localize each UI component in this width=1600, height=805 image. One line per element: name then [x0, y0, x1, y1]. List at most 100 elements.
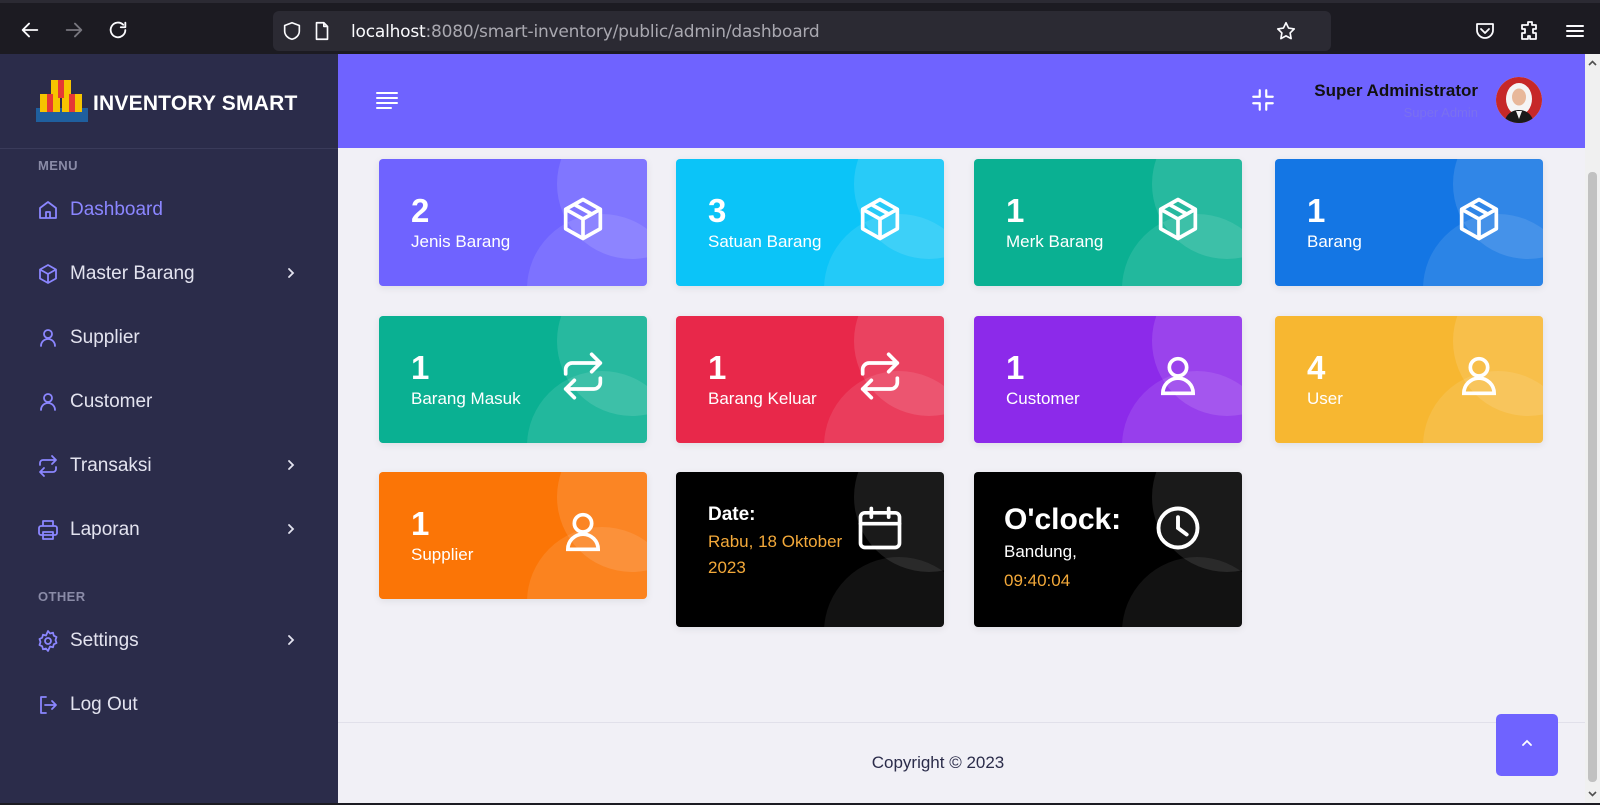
card-label: User: [1307, 389, 1343, 408]
date-value: Rabu, 18 Oktober 2023: [708, 532, 843, 577]
pocket-icon[interactable]: [1473, 19, 1497, 43]
sidebar-item-label: Master Barang: [70, 263, 195, 284]
sidebar-item-label: Settings: [70, 630, 139, 651]
card-count: 1: [411, 349, 430, 386]
browser-toolbar: localhost:8080/smart-inventory/public/ad…: [0, 0, 1600, 54]
footer: Copyright © 2023: [338, 722, 1585, 803]
card-satuan-barang[interactable]: 3 Satuan Barang: [676, 159, 944, 286]
menu-heading: MENU: [38, 158, 78, 173]
sidebar-item-supplier[interactable]: Supplier: [0, 313, 338, 363]
main-content: Super Administrator Super Admin 2 Jenis …: [338, 54, 1585, 803]
card-label: Supplier: [411, 545, 474, 564]
card-label: Barang Masuk: [411, 389, 521, 408]
card-count: 1: [1006, 192, 1025, 229]
chevron-up-icon: [1519, 736, 1535, 754]
sidebar-item-label: Laporan: [70, 519, 140, 540]
shield-icon[interactable]: [281, 20, 303, 42]
address-bar[interactable]: localhost:8080/smart-inventory/public/ad…: [273, 11, 1331, 51]
sidebar-item-master-barang[interactable]: Master Barang: [0, 249, 338, 299]
clock-icon: [1152, 502, 1204, 554]
sidebar-item-customer[interactable]: Customer: [0, 377, 338, 427]
scroll-thumb[interactable]: [1588, 172, 1597, 782]
date-heading: Date:: [708, 504, 756, 525]
gear-icon: [36, 629, 60, 653]
user-icon: [36, 326, 60, 350]
card-count: 1: [1307, 192, 1326, 229]
brand-name: INVENTORY SMART: [93, 92, 298, 115]
card-label: Merk Barang: [1006, 232, 1104, 251]
card-count: 1: [1006, 349, 1025, 386]
sidebar-item-dashboard[interactable]: Dashboard: [0, 185, 338, 235]
clock-heading: O'clock:: [1004, 503, 1122, 536]
user-role: Super Admin: [1403, 105, 1478, 120]
card-count: 1: [411, 505, 430, 542]
reload-icon[interactable]: [105, 17, 131, 43]
sidebar: INVENTORY SMART MENU Dashboard Master Ba…: [0, 54, 338, 803]
url-host: localhost: [351, 22, 426, 42]
sidebar-item-label: Supplier: [70, 327, 140, 348]
scroll-up-icon[interactable]: [1586, 57, 1599, 70]
card-barang-keluar[interactable]: 1 Barang Keluar: [676, 316, 944, 443]
box-icon: [854, 193, 906, 245]
avatar[interactable]: [1496, 77, 1542, 123]
sidebar-item-settings[interactable]: Settings: [0, 616, 338, 666]
card-count: 3: [708, 192, 727, 229]
url-path: :8080/smart-inventory/public/admin/dashb…: [425, 22, 820, 42]
clock-time: 09:40:04: [1004, 571, 1071, 590]
user-name: Super Administrator: [1314, 81, 1478, 100]
box-icon: [557, 193, 609, 245]
bookmark-star-icon[interactable]: [1275, 20, 1297, 42]
card-clock: O'clock: Bandung, 09:40:04: [974, 472, 1242, 627]
sidebar-item-laporan[interactable]: Laporan: [0, 505, 338, 555]
card-customer[interactable]: 1 Customer: [974, 316, 1242, 443]
user-icon: [1453, 350, 1505, 402]
card-count: 2: [411, 192, 430, 229]
card-barang[interactable]: 1 Barang: [1275, 159, 1543, 286]
scroll-down-icon[interactable]: [1586, 787, 1599, 800]
card-label: Satuan Barang: [708, 232, 822, 251]
back-icon[interactable]: [17, 17, 43, 43]
url-text[interactable]: localhost:8080/smart-inventory/public/ad…: [351, 22, 820, 42]
card-label: Jenis Barang: [411, 232, 511, 251]
user-icon: [1152, 350, 1204, 402]
repeat-icon: [854, 350, 906, 402]
forward-icon[interactable]: [61, 17, 87, 43]
card-supplier[interactable]: 1 Supplier: [379, 472, 647, 599]
page-icon[interactable]: [311, 20, 333, 42]
chevron-right-icon: [286, 266, 296, 280]
sidebar-item-label: Transaksi: [70, 455, 152, 476]
logout-icon: [36, 693, 60, 717]
menu-icon[interactable]: [1563, 19, 1587, 43]
extensions-icon[interactable]: [1518, 19, 1542, 43]
card-count: 4: [1307, 349, 1326, 386]
sidebar-item-label: Log Out: [70, 694, 138, 715]
card-date: Date: Rabu, 18 Oktober 2023: [676, 472, 944, 627]
home-icon: [36, 198, 60, 222]
repeat-icon: [36, 454, 60, 478]
calendar-icon: [854, 502, 906, 554]
box-icon: [1453, 193, 1505, 245]
clock-city: Bandung,: [1004, 542, 1077, 561]
inventory-logo-icon: [36, 78, 88, 122]
other-heading: OTHER: [38, 589, 86, 604]
hamburger-menu-icon[interactable]: [374, 88, 400, 112]
page-scrollbar[interactable]: [1585, 54, 1600, 803]
card-jenis-barang[interactable]: 2 Jenis Barang: [379, 159, 647, 286]
chevron-right-icon: [286, 633, 296, 647]
card-merk-barang[interactable]: 1 Merk Barang: [974, 159, 1242, 286]
exit-fullscreen-icon[interactable]: [1250, 87, 1276, 113]
sidebar-item-label: Dashboard: [70, 199, 163, 220]
box-icon: [36, 262, 60, 286]
scroll-to-top-button[interactable]: [1496, 714, 1558, 776]
sidebar-item-label: Customer: [70, 391, 153, 412]
sidebar-item-transaksi[interactable]: Transaksi: [0, 441, 338, 491]
user-icon: [557, 506, 609, 558]
sidebar-item-logout[interactable]: Log Out: [0, 680, 338, 730]
user-icon: [36, 390, 60, 414]
card-user[interactable]: 4 User: [1275, 316, 1543, 443]
card-label: Customer: [1006, 389, 1080, 408]
card-barang-masuk[interactable]: 1 Barang Masuk: [379, 316, 647, 443]
chevron-right-icon: [286, 522, 296, 536]
brand[interactable]: INVENTORY SMART: [0, 54, 338, 149]
repeat-icon: [557, 350, 609, 402]
